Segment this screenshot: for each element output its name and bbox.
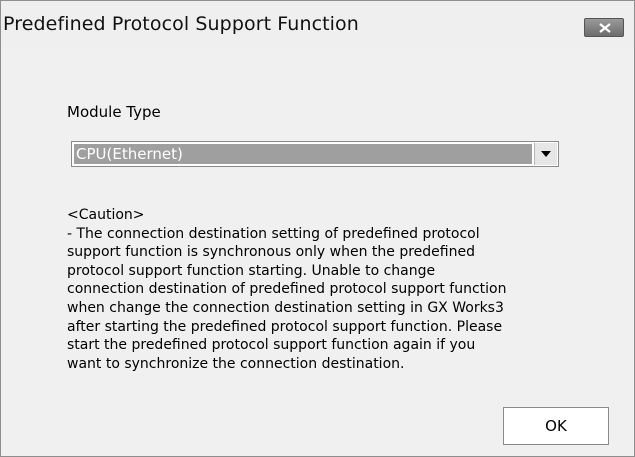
caution-line: - The connection destination setting of … [67, 225, 480, 242]
caution-line: when change the connection destination s… [67, 299, 504, 316]
caution-line: start the predefined protocol support fu… [67, 337, 476, 354]
caution-line: protocol support function starting. Unab… [67, 262, 436, 279]
caution-text: <Caution> - The connection destination s… [67, 206, 587, 373]
caution-line: <Caution> [67, 207, 145, 223]
chevron-down-icon [541, 151, 551, 157]
dialog-window: Predefined Protocol Support Function Mod… [0, 0, 635, 457]
caution-line: connection destination of predefined pro… [67, 281, 507, 298]
ok-button[interactable]: OK [503, 407, 609, 445]
module-type-select[interactable]: CPU(Ethernet) [71, 141, 559, 167]
close-button[interactable] [584, 18, 624, 37]
window-title: Predefined Protocol Support Function [3, 13, 359, 35]
caution-line: support function is synchronous only whe… [67, 244, 475, 261]
module-type-label: Module Type [67, 103, 161, 121]
close-icon [599, 23, 611, 33]
module-type-selected-value: CPU(Ethernet) [74, 144, 532, 164]
caution-line: want to synchronize the connection desti… [67, 355, 405, 372]
dialog-content: Module Type CPU(Ethernet) <Caution> - Th… [1, 49, 634, 456]
title-bar: Predefined Protocol Support Function [1, 1, 634, 49]
caution-line: after starting the predefined protocol s… [67, 318, 503, 335]
dropdown-button[interactable] [534, 143, 557, 165]
